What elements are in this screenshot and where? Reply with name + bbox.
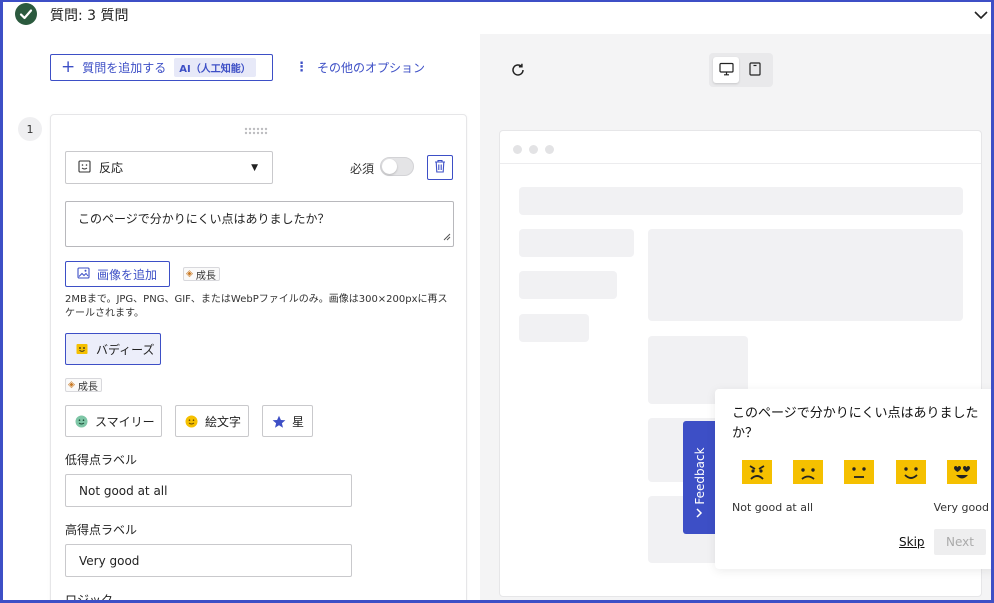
skeleton-block <box>519 187 963 215</box>
question-text-input[interactable]: このページで分かりにくい点はありましたか？ <box>65 201 454 247</box>
star-label: 星 <box>292 414 305 429</box>
tablet-icon <box>749 61 761 80</box>
ai-badge: AI（人工知能） <box>174 58 256 77</box>
desktop-view-button[interactable] <box>713 57 739 83</box>
desktop-icon <box>718 61 734 80</box>
trash-icon <box>434 158 446 177</box>
preview-pane: Feedback このページで分かりにくい点はありましたか？ Not good … <box>480 34 991 600</box>
refresh-icon[interactable] <box>510 62 526 82</box>
smiley-style-button[interactable]: スマイリー <box>65 405 162 437</box>
tablet-view-button[interactable] <box>742 57 768 83</box>
image-icon <box>77 266 90 282</box>
emoji-icon <box>185 415 198 428</box>
happy-face-icon[interactable] <box>895 458 927 486</box>
add-question-button[interactable]: + 質問を追加する AI（人工知能） <box>50 54 273 81</box>
smiley-icon <box>75 415 88 428</box>
next-button[interactable]: Next <box>934 529 986 555</box>
browser-titlebar <box>500 131 981 164</box>
growth-badge-label: 成長 <box>195 270 216 282</box>
question-text-value: このページで分かりにくい点はありましたか？ <box>78 212 330 226</box>
add-question-label: 質問を追加する <box>82 61 167 75</box>
survey-low-label: Not good at all <box>732 501 814 514</box>
buddies-label: バディーズ <box>96 342 155 357</box>
chevron-right-icon <box>694 504 704 523</box>
emoji-label: 絵文字 <box>205 414 242 429</box>
caret-down-icon: ▼ <box>251 163 258 173</box>
survey-high-label: Very good <box>933 501 989 514</box>
gem-icon: ◈ <box>186 269 193 279</box>
question-editor: + 質問を追加する AI（人工知能） ⋮ その他のオプション 1 反応 ▼ 必須… <box>3 28 480 603</box>
other-options-button[interactable]: ⋮ その他のオプション <box>295 59 425 76</box>
plus-icon: + <box>61 57 76 77</box>
star-style-button[interactable]: 星 <box>262 405 313 437</box>
required-label: 必須 <box>350 162 375 176</box>
delete-question-button[interactable] <box>427 155 453 180</box>
low-score-label-value: Not good at all <box>79 483 168 498</box>
question-number: 1 <box>18 117 42 141</box>
drag-handle-icon[interactable] <box>243 127 273 137</box>
section-header[interactable]: 質問: 3 質問 <box>3 2 991 28</box>
skip-link[interactable]: Skip <box>899 535 925 549</box>
love-face-icon[interactable] <box>946 458 978 486</box>
gem-icon: ◈ <box>68 380 75 390</box>
buddy-face-icon <box>76 343 88 355</box>
skeleton-block <box>519 229 634 257</box>
skeleton-block <box>519 314 589 342</box>
survey-widget: このページで分かりにくい点はありましたか？ Not good at all Ve… <box>715 389 991 569</box>
reaction-icon <box>78 159 91 176</box>
growth-plan-badge: ◈ 成長 <box>183 267 220 282</box>
device-toggle <box>709 53 773 87</box>
image-help-text: 2MBまで。JPG、PNG、GIF、またはWebPファイルのみ。画像は300×2… <box>65 294 448 319</box>
resize-grip-icon[interactable] <box>443 230 451 244</box>
survey-question: このページで分かりにくい点はありましたか？ <box>732 406 979 441</box>
feedback-tab[interactable]: Feedback <box>683 421 716 534</box>
low-score-label-heading: 低得点ラベル <box>65 453 138 467</box>
low-score-label-input[interactable]: Not good at all <box>65 474 352 507</box>
browser-mockup: Feedback このページで分かりにくい点はありましたか？ Not good … <box>499 130 991 597</box>
buddies-style-button[interactable]: バディーズ <box>65 333 161 365</box>
chevron-down-icon[interactable] <box>973 6 989 25</box>
high-score-label-value: Very good <box>79 553 140 568</box>
high-score-label-input[interactable]: Very good <box>65 544 352 577</box>
required-toggle[interactable] <box>380 157 414 176</box>
question-card: 反応 ▼ 必須 このページで分かりにくい点はありましたか？ 画像を追加 ◈ 成長… <box>50 114 467 603</box>
emoji-style-button[interactable]: 絵文字 <box>175 405 249 437</box>
star-icon <box>272 415 286 428</box>
growth-plan-badge-2: ◈ 成長 <box>65 378 102 393</box>
add-image-label: 画像を追加 <box>97 267 158 282</box>
question-type-label: 反応 <box>99 161 124 175</box>
skeleton-block <box>648 229 963 321</box>
logic-heading: ロジック <box>65 593 114 603</box>
check-icon <box>15 3 37 25</box>
growth-badge-label-2: 成長 <box>77 381 98 393</box>
high-score-label-heading: 高得点ラベル <box>65 523 138 537</box>
neutral-face-icon[interactable] <box>843 458 875 486</box>
question-type-select[interactable]: 反応 ▼ <box>65 151 273 184</box>
smiley-label: スマイリー <box>95 414 155 429</box>
section-title: 質問: 3 質問 <box>50 8 129 24</box>
skeleton-block <box>519 271 617 299</box>
other-options-label: その他のオプション <box>317 61 426 75</box>
sad-face-icon[interactable] <box>792 458 824 486</box>
kebab-menu-icon: ⋮ <box>295 60 308 75</box>
add-image-button[interactable]: 画像を追加 <box>65 261 170 287</box>
angry-face-icon[interactable] <box>741 458 773 486</box>
feedback-tab-label: Feedback <box>693 447 707 505</box>
app-frame: 質問: 3 質問 + 質問を追加する AI（人工知能） ⋮ その他のオプション … <box>0 0 994 603</box>
